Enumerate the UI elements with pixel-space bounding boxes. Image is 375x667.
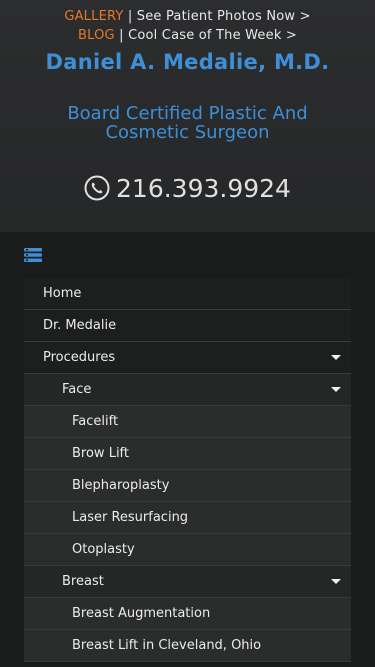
menu-item-label: Face bbox=[62, 382, 92, 397]
menu-item-breast-augmentation[interactable]: Breast Augmentation bbox=[24, 598, 351, 630]
phone-number[interactable]: 216.393.9924 bbox=[116, 174, 291, 203]
promo-separator: | bbox=[114, 28, 129, 43]
menu-item-breast-lift-in-cleveland-ohio[interactable]: Breast Lift in Cleveland, Ohio bbox=[24, 630, 351, 662]
gallery-promo-link[interactable]: GALLERY | See Patient Photos Now > bbox=[0, 8, 375, 26]
site-header: GALLERY | See Patient Photos Now > BLOG … bbox=[0, 0, 375, 232]
doctor-name[interactable]: Daniel A. Medalie, M.D. bbox=[0, 50, 375, 74]
menu-item-otoplasty[interactable]: Otoplasty bbox=[24, 534, 351, 566]
menu-item-breast[interactable]: Breast bbox=[24, 566, 351, 598]
menu-item-facelift[interactable]: Facelift bbox=[24, 406, 351, 438]
menu-item-label: Brow Lift bbox=[72, 446, 129, 461]
menu-item-laser-resurfacing[interactable]: Laser Resurfacing bbox=[24, 502, 351, 534]
blog-link-label[interactable]: BLOG bbox=[78, 28, 115, 43]
phone-link[interactable]: 216.393.9924 bbox=[0, 170, 375, 206]
gallery-promo-text[interactable]: See Patient Photos Now > bbox=[137, 9, 311, 24]
menu-item-label: Breast Augmentation bbox=[72, 606, 211, 621]
caret-down-icon[interactable] bbox=[331, 387, 341, 392]
menu-item-brow-lift[interactable]: Brow Lift bbox=[24, 438, 351, 470]
menu-item-blepharoplasty[interactable]: Blepharoplasty bbox=[24, 470, 351, 502]
main-menu: Home Dr. Medalie Procedures Face Facelift Bro… bbox=[24, 278, 351, 662]
menu-item-label: Blepharoplasty bbox=[72, 478, 170, 493]
gallery-link-label[interactable]: GALLERY bbox=[64, 9, 123, 24]
menu-item-dr-medalie[interactable]: Dr. Medalie bbox=[24, 310, 351, 342]
menu-item-label: Breast bbox=[62, 574, 104, 589]
caret-down-icon[interactable] bbox=[331, 355, 341, 360]
menu-list-icon[interactable] bbox=[24, 247, 42, 262]
menu-item-procedures[interactable]: Procedures bbox=[24, 342, 351, 374]
menu-item-label: Breast Lift in Cleveland, Ohio bbox=[72, 638, 262, 653]
menu-item-label: Dr. Medalie bbox=[43, 318, 117, 333]
blog-promo-text[interactable]: Cool Case of The Week > bbox=[128, 28, 297, 43]
menu-item-label: Laser Resurfacing bbox=[72, 510, 189, 525]
blog-promo-link[interactable]: BLOG | Cool Case of The Week > bbox=[0, 27, 375, 45]
menu-item-face[interactable]: Face bbox=[24, 374, 351, 406]
menu-item-label: Home bbox=[43, 286, 82, 301]
menu-item-label: Otoplasty bbox=[72, 542, 135, 557]
menu-item-label: Facelift bbox=[72, 414, 119, 429]
menu-item-label: Procedures bbox=[43, 350, 116, 365]
tagline: Board Certified Plastic And Cosmetic Sur… bbox=[67, 103, 308, 143]
promo-separator: | bbox=[123, 9, 137, 24]
menu-item-home[interactable]: Home bbox=[24, 278, 351, 310]
phone-icon bbox=[84, 175, 110, 201]
caret-down-icon[interactable] bbox=[331, 579, 341, 584]
